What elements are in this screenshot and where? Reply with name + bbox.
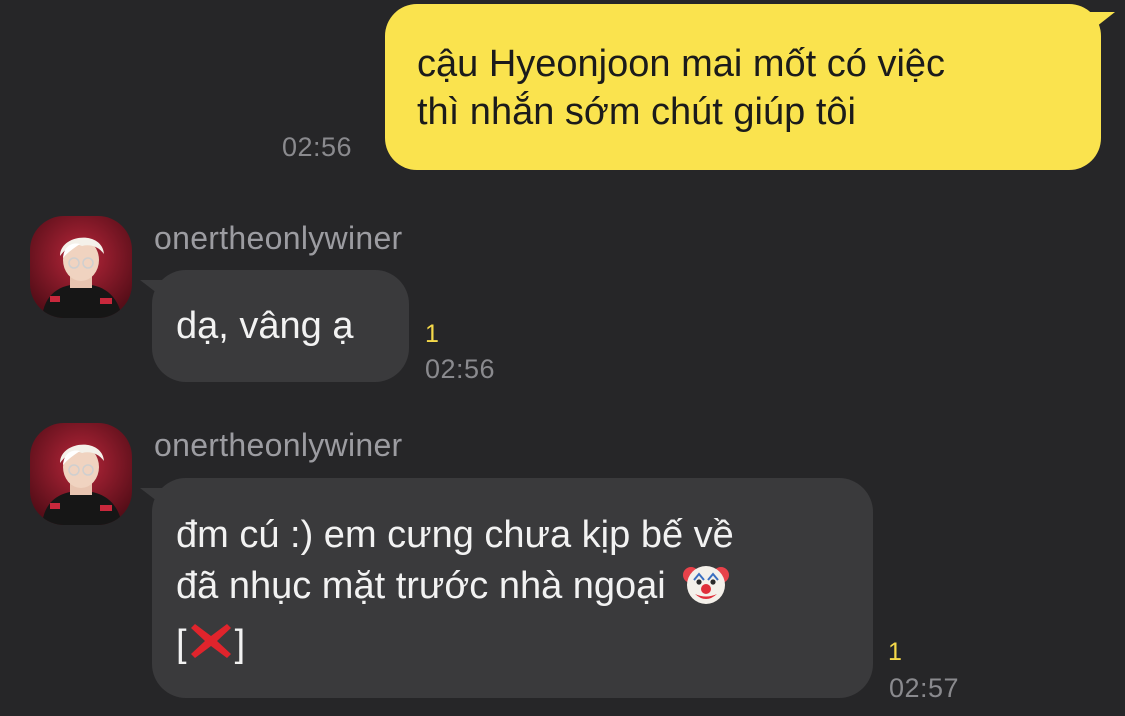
- message-text-line-with-emoji: đã nhục mặt trước nhà ngoại: [176, 560, 851, 619]
- sender-name: onertheonlywiner: [154, 220, 403, 256]
- message-text-line: thì nhắn sớm chút giúp tôi: [417, 91, 856, 133]
- sender-name: onertheonlywiner: [154, 427, 403, 463]
- message-text-line: cậu Hyeonjoon mai mốt có việc: [417, 43, 946, 85]
- clown-face-icon: [682, 560, 730, 619]
- outgoing-message-bubble[interactable]: cậu Hyeonjoon mai mốt có việc thì nhắn s…: [385, 4, 1115, 170]
- avatar-image: [30, 423, 132, 525]
- message-text: đã nhục mặt trước nhà ngoại: [176, 565, 666, 607]
- message-timestamp: 02:56: [425, 354, 496, 384]
- incoming-message-bubble[interactable]: dạ, vâng ạ: [140, 270, 409, 382]
- message-timestamp: 02:57: [889, 673, 960, 703]
- unread-count: 1: [425, 320, 439, 348]
- sender-avatar[interactable]: [30, 423, 132, 525]
- avatar-image: [30, 216, 132, 318]
- message-timestamp: 02:56: [282, 132, 353, 162]
- unread-count: 1: [888, 638, 902, 666]
- bracket-close: ]: [234, 623, 246, 665]
- incoming-message-bubble[interactable]: đm cú :) em cưng chưa kịp bế về đã nhục …: [140, 478, 873, 698]
- bracket-open: [: [176, 623, 187, 665]
- message-text-line-with-emoji: []: [176, 619, 851, 675]
- message-text-line: đm cú :) em cưng chưa kịp bế về: [176, 514, 734, 556]
- cross-mark-icon: [187, 620, 235, 675]
- message-text: dạ, vâng ạ: [176, 305, 354, 347]
- sender-avatar[interactable]: [30, 216, 132, 318]
- chat-view: 02:56 cậu Hyeonjoon mai mốt có việc thì …: [0, 0, 1125, 716]
